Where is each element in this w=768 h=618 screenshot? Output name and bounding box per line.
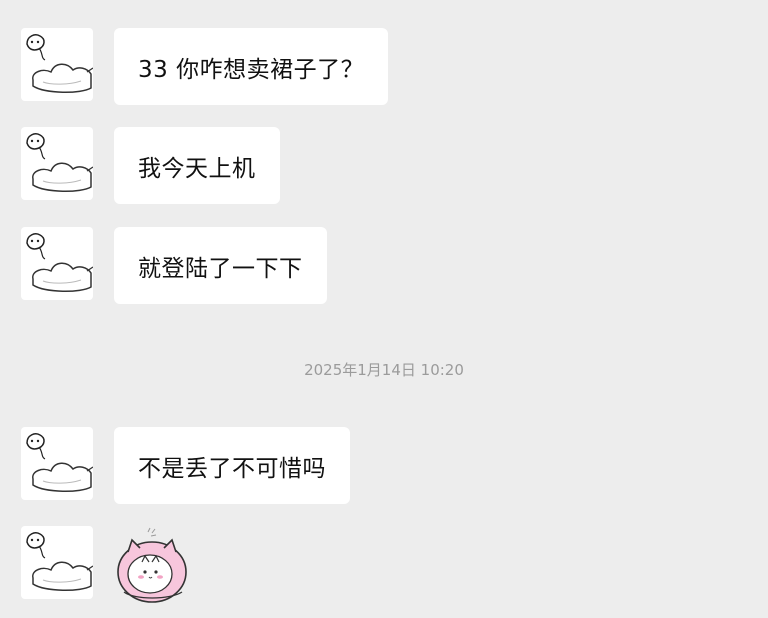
- message-row: 不是丢了不可惜吗: [21, 427, 350, 504]
- ghost-cat-avatar-icon: [26, 532, 93, 591]
- message-bubble[interactable]: 我今天上机: [114, 127, 280, 204]
- avatar[interactable]: [21, 127, 93, 200]
- avatar[interactable]: [21, 28, 93, 101]
- message-bubble[interactable]: 不是丢了不可惜吗: [114, 427, 350, 504]
- message-bubble[interactable]: 33 你咋想卖裙子了？: [114, 28, 389, 105]
- ghost-cat-avatar-icon: [26, 133, 93, 192]
- ghost-cat-avatar-icon: [26, 34, 93, 93]
- sticker-message[interactable]: [114, 526, 196, 606]
- ghost-cat-avatar-icon: [26, 233, 93, 292]
- timestamp: 2025年1月14日 10:20: [304, 361, 464, 379]
- avatar[interactable]: [21, 427, 93, 500]
- ghost-cat-avatar-icon: [26, 433, 93, 492]
- avatar[interactable]: [21, 227, 93, 300]
- avatar[interactable]: [21, 526, 93, 599]
- chat-window: 33 你咋想卖裙子了？ 我今天上机 就登陆了一下下 2025年1月14日 10:…: [0, 0, 768, 618]
- message-row: 33 你咋想卖裙子了？: [21, 28, 389, 105]
- message-row: 我今天上机: [21, 127, 280, 204]
- message-bubble[interactable]: 就登陆了一下下: [114, 227, 327, 304]
- message-row: [21, 526, 196, 606]
- message-row: 就登陆了一下下: [21, 227, 327, 304]
- pink-cat-sticker-icon: [117, 527, 187, 603]
